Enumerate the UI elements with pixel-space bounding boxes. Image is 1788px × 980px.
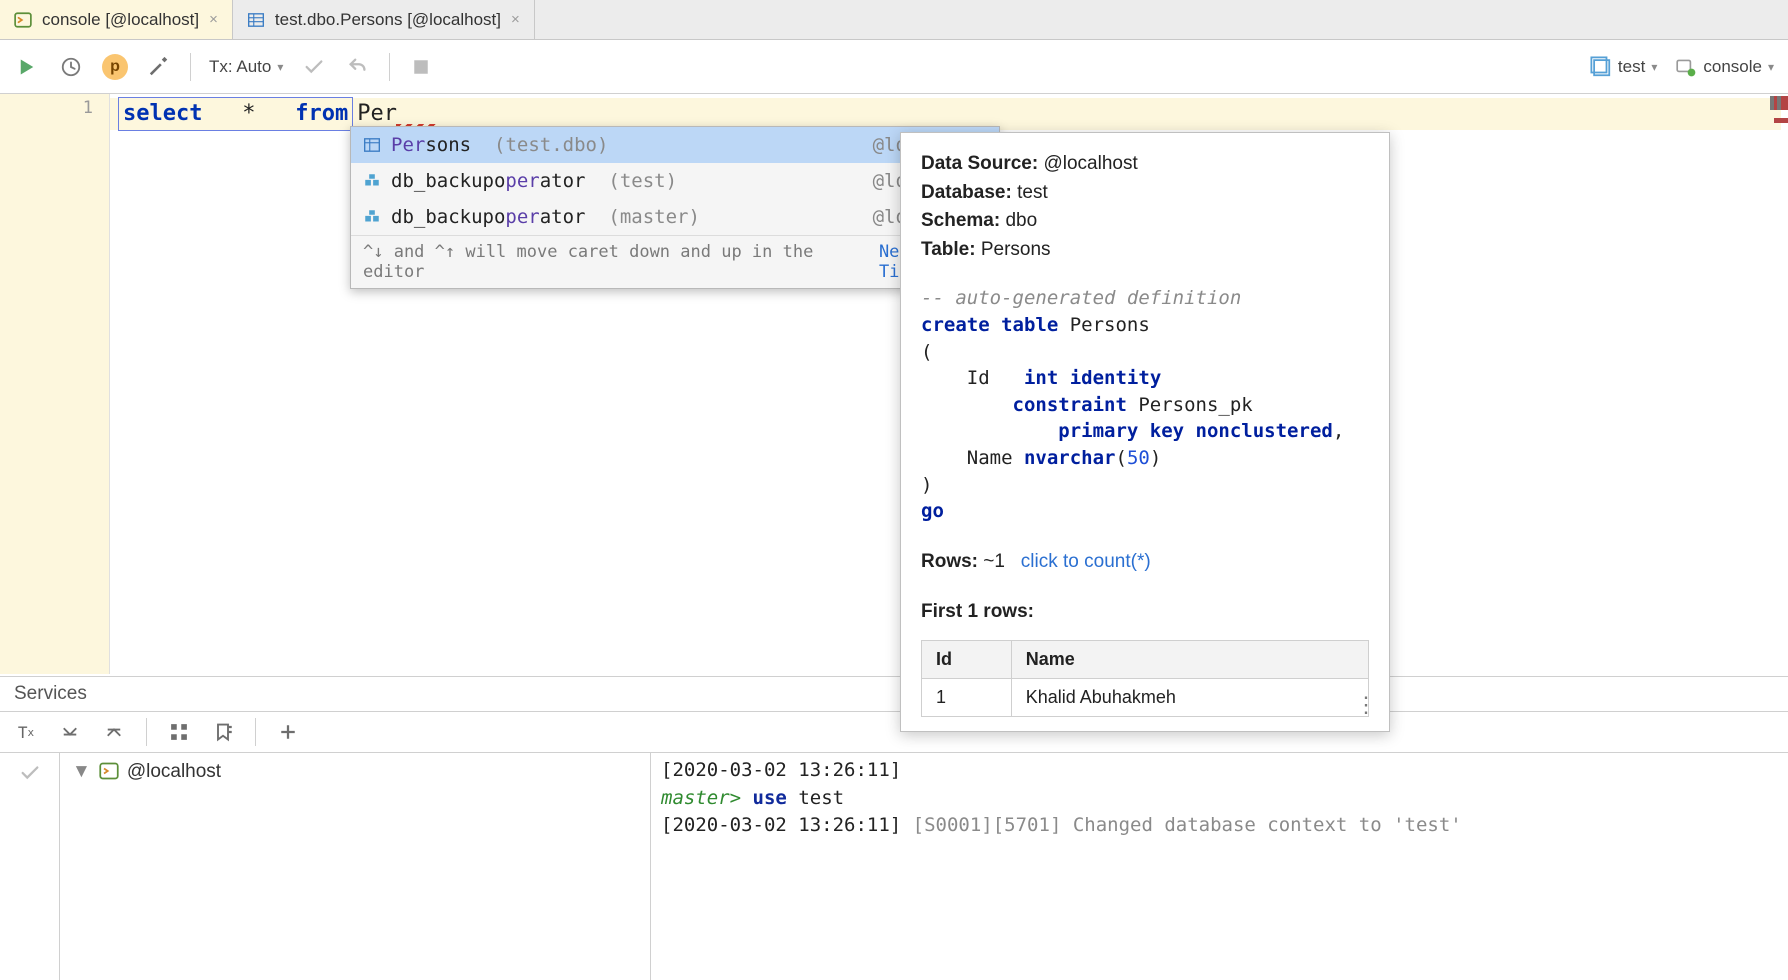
run-button[interactable] [14, 54, 40, 80]
ac-match: Per [391, 134, 425, 156]
meta-value: Persons [981, 239, 1051, 260]
table-icon [363, 136, 381, 154]
close-icon[interactable]: × [209, 11, 218, 28]
expand-button[interactable] [58, 720, 82, 744]
table-row: 1 Khalid Abuhakmeh [922, 679, 1369, 717]
collapse-button[interactable] [102, 720, 126, 744]
schema-icon [1590, 56, 1612, 78]
settings-button[interactable] [146, 54, 172, 80]
tab-console[interactable]: console [@localhost] × [0, 0, 233, 39]
table-icon [247, 11, 265, 29]
services-log[interactable]: [2020-03-02 13:26:11] master> use test [… [650, 753, 1788, 980]
tx-mode-label: Tx: Auto [209, 57, 271, 77]
sql-keyword-from: from [295, 101, 348, 126]
ac-pre: db_backupo [391, 170, 505, 192]
tree-node-label: @localhost [127, 761, 221, 783]
preview-table: Id Name 1 Khalid Abuhakmeh [921, 640, 1369, 717]
more-icon[interactable]: ⋮ [1355, 690, 1377, 721]
analysis-pause-icon[interactable] [1770, 96, 1786, 112]
tab-persons[interactable]: test.dbo.Persons [@localhost] × [233, 0, 535, 39]
rows-value: ~1 [983, 551, 1005, 572]
stop-button[interactable] [408, 54, 434, 80]
add-button[interactable] [276, 720, 300, 744]
ac-rest: sons [425, 134, 471, 156]
session-selector[interactable]: console ▾ [1675, 56, 1774, 78]
error-stripe [1781, 94, 1788, 674]
tab-console-label: console [@localhost] [42, 10, 199, 30]
preview-cell: Khalid Abuhakmeh [1011, 679, 1368, 717]
services-title: Services [0, 676, 1788, 712]
bookmarks-button[interactable] [211, 720, 235, 744]
preview-cell: 1 [922, 679, 1012, 717]
ddl-preview: -- auto-generated definition create tabl… [921, 285, 1369, 524]
tab-bar: console [@localhost] × test.dbo.Persons … [0, 0, 1788, 40]
editor-gutter: 1 [0, 94, 110, 674]
line-number: 1 [83, 98, 93, 118]
accept-icon[interactable] [18, 761, 42, 785]
session-selector-label: console [1703, 57, 1762, 77]
ac-footer-hint: ^↓ and ^↑ will move caret down and up in… [363, 242, 867, 282]
chevron-down-icon: ▾ [277, 60, 283, 74]
grid-button[interactable] [167, 720, 191, 744]
meta-value: dbo [1005, 210, 1037, 231]
commit-button[interactable] [301, 54, 327, 80]
ac-match: per [505, 206, 539, 228]
pending-badge[interactable]: p [102, 54, 128, 80]
sql-keyword-select: select [123, 101, 202, 126]
datasource-icon [99, 761, 119, 781]
close-icon[interactable]: × [511, 11, 520, 28]
preview-label: First 1 rows: [921, 599, 1369, 626]
ac-match: per [505, 170, 539, 192]
ac-rest: ator [540, 170, 586, 192]
meta-label: Schema: [921, 210, 1000, 231]
services-toolbar: Tx [0, 712, 1788, 753]
ac-pre: db_backupo [391, 206, 505, 228]
tree-collapse-icon[interactable]: ▼ [72, 761, 91, 783]
console-icon [14, 11, 32, 29]
ac-rest: ator [540, 206, 586, 228]
editor-toolbar: p Tx: Auto ▾ test ▾ console ▾ [0, 40, 1788, 94]
tab-persons-label: test.dbo.Persons [@localhost] [275, 10, 501, 30]
chevron-down-icon: ▾ [1651, 60, 1657, 74]
meta-label: Data Source: [921, 153, 1038, 174]
schema-selector[interactable]: test ▾ [1590, 56, 1657, 78]
meta-value: test [1017, 182, 1048, 203]
meta-value: @localhost [1043, 153, 1137, 174]
history-button[interactable] [58, 54, 84, 80]
ac-hint: (test) [608, 170, 677, 192]
sql-editor[interactable]: 1 select * from Per Persons (test.dbo) [0, 94, 1788, 674]
chevron-down-icon: ▾ [1768, 60, 1774, 74]
role-icon [363, 172, 381, 190]
sql-star: * [242, 101, 255, 126]
schema-selector-label: test [1618, 57, 1645, 77]
services-tree[interactable]: ▼ @localhost [60, 753, 650, 980]
tx-button[interactable]: Tx [14, 720, 38, 744]
preview-col-id: Id [922, 640, 1012, 678]
rows-label: Rows: [921, 551, 978, 572]
count-rows-link[interactable]: click to count(*) [1021, 551, 1151, 572]
session-icon [1675, 56, 1697, 78]
tx-mode-dropdown[interactable]: Tx: Auto ▾ [209, 57, 283, 77]
ac-hint: (master) [608, 206, 700, 228]
services-panel: Services Tx ▼ @localhost [2020-03-02 13:… [0, 676, 1788, 980]
meta-label: Table: [921, 239, 976, 260]
rollback-button[interactable] [345, 54, 371, 80]
ac-hint: (test.dbo) [494, 134, 608, 156]
quick-doc-popup: Data Source: @localhost Database: test S… [900, 132, 1390, 732]
role-icon [363, 208, 381, 226]
preview-col-name: Name [1011, 640, 1368, 678]
meta-label: Database: [921, 182, 1012, 203]
